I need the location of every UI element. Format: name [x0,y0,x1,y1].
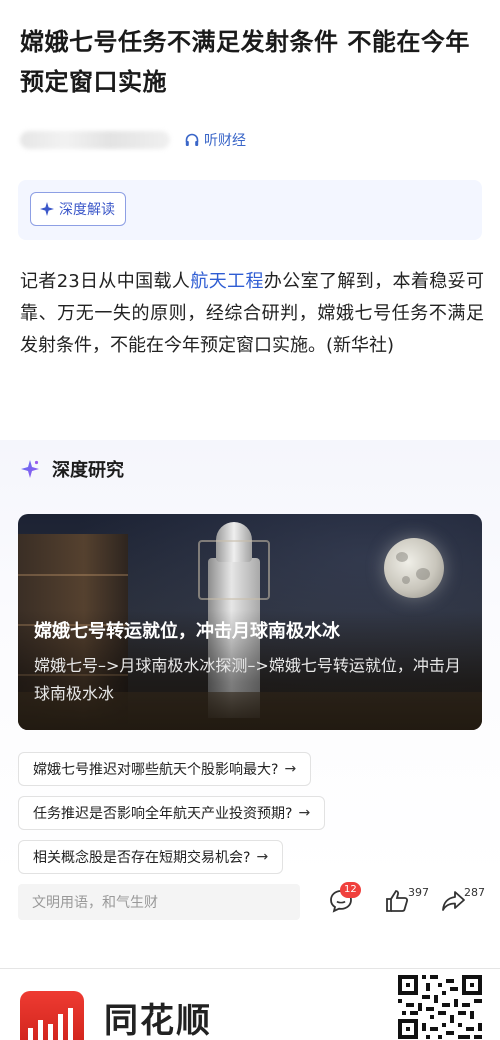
arrow-right-icon: → [284,761,297,777]
question-chip-1[interactable]: 嫦娥七号推迟对哪些航天个股影响最大? → [18,752,312,786]
blurred-author-info [20,131,170,149]
research-heading: 深度研究 [20,456,124,482]
comments-button[interactable]: 12 [328,882,368,918]
question-text: 任务推迟是否影响全年航天产业投资预期? [33,806,293,822]
card-title: 嫦娥七号转运就位，冲击月球南极水冰 [34,621,340,642]
brand-logo-icon [20,991,84,1040]
research-heading-label: 深度研究 [52,460,124,481]
comments-count-badge: 12 [340,882,361,898]
sparkle-icon [21,460,39,478]
listen-label: 听财经 [204,133,246,149]
arrow-right-icon: → [298,805,311,821]
like-button[interactable]: 397 [384,886,429,918]
question-chip-3[interactable]: 相关概念股是否存在短期交易机会? → [18,840,284,874]
question-chip-2[interactable]: 任务推迟是否影响全年航天产业投资预期? → [18,796,326,830]
brand-name: 同花顺 [104,1001,212,1040]
likes-count: 397 [408,886,429,899]
question-text: 嫦娥七号推迟对哪些航天个股影响最大? [33,762,279,778]
deep-read-button[interactable]: 深度解读 [30,192,126,226]
article-body: 记者23日从中国载人航天工程办公室了解到，本着稳妥可靠、万无一失的原则，经综合研… [20,266,484,362]
question-text: 相关概念股是否存在短期交易机会? [33,850,251,866]
qr-code-icon [398,975,482,1039]
article-title: 嫦娥七号任务不满足发射条件 不能在今年预定窗口实施 [20,28,470,96]
brand-footer: 同花顺 [0,969,500,1040]
article-meta: 听财经 [20,126,246,154]
share-icon [442,891,465,911]
comment-bar: 文明用语，和气生财 12 397 287 [0,880,500,932]
deep-read-label: 深度解读 [59,202,115,218]
research-card[interactable]: 嫦娥七号转运就位，冲击月球南极水冰 嫦娥七号–>月球南极水冰探测–>嫦娥七号转运… [18,514,482,730]
sparkle-icon [40,202,54,216]
share-button[interactable]: 287 [440,886,485,918]
comment-placeholder: 文明用语，和气生财 [32,895,158,911]
headphones-icon [185,133,199,146]
deep-read-panel: 深度解读 [18,180,482,240]
arrow-right-icon: → [256,849,269,865]
body-text-pre: 记者23日从中国载人 [20,271,191,292]
body-link-aerospace[interactable]: 航天工程 [190,271,264,292]
card-subtitle: 嫦娥七号–>月球南极水冰探测–>嫦娥七号转运就位，冲击月球南极水冰 [34,656,461,703]
thumbs-up-icon [386,890,409,912]
shares-count: 287 [464,886,485,899]
comment-input[interactable]: 文明用语，和气生财 [18,884,300,920]
moon-illustration [384,538,444,598]
listen-button[interactable]: 听财经 [184,130,246,150]
